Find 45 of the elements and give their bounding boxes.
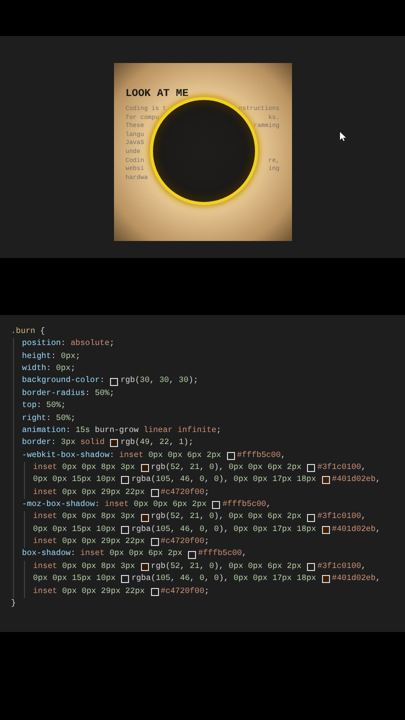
- code-text: inset 0px 0px 29px 22px: [33, 586, 146, 598]
- code-text: rgba(105, 46, 0, 0), 0px 0px 17px 18px: [131, 573, 318, 586]
- code-text: rgb(52, 21, 0), 0px 0px 6px 2px: [150, 560, 302, 573]
- code-text: inset 0px 0px 29px 22px: [33, 486, 146, 499]
- code-text: border: 3px solid: [22, 437, 106, 450]
- code-text: background-color:: [22, 375, 106, 388]
- code-text: #c4720f00;: [160, 536, 210, 548]
- code-text: rgb(30, 30, 30);: [120, 375, 198, 388]
- code-text: #3f1c0100,: [317, 462, 366, 474]
- code-text: width: 0px;: [22, 363, 76, 376]
- code-text: #3f1c0100,: [317, 511, 366, 524]
- code-text: inset 0px 0px 8px 3px: [33, 511, 136, 524]
- code-text: #fffb5c00,: [222, 499, 272, 512]
- code-text: -moz-box-shadow: inset 0px 0px 6px 2px: [22, 499, 208, 512]
- code-text: -webkit-box-shadow: inset 0px 0px 6px 2px: [22, 450, 222, 462]
- code-text: inset 0px 0px 8px 3px: [33, 462, 136, 474]
- code-text: #3f1c0100,: [317, 560, 366, 573]
- card-heading: LOOK AT ME: [126, 87, 189, 101]
- code-text: top: 50%;: [22, 400, 66, 412]
- code-text: inset 0px 0px 8px 3px: [33, 560, 136, 573]
- code-text: 0px 0px 15px 10px: [33, 524, 117, 536]
- code-text: border-radius: 50%;: [22, 388, 114, 400]
- code-text: #fffb5c00,: [237, 450, 286, 462]
- code-text: #c4720f00;: [160, 486, 210, 499]
- code-text: }: [11, 598, 16, 610]
- code-text: #c4720f00;: [160, 586, 210, 598]
- code-text: #401d02eb,: [332, 573, 380, 586]
- code-text: #401d02eb,: [332, 524, 380, 536]
- code-text: right: 50%;: [22, 412, 76, 425]
- code-text: rgba(105, 46, 0, 0), 0px 0px 17px 18px: [131, 524, 318, 536]
- code-text: inset 0px 0px 29px 22px: [33, 536, 146, 548]
- code-text: rgb(49, 22, 1);: [120, 437, 194, 450]
- code-text: #fffb5c00,: [198, 548, 247, 560]
- code-text: 0px 0px 15px 10px: [33, 474, 117, 486]
- code-text: box-shadow: inset 0px 0px 6px 2px: [22, 548, 184, 560]
- code-text: height: 0px;: [22, 350, 80, 363]
- code-text: #401d02eb,: [332, 474, 380, 486]
- code-text: .burn {: [11, 326, 46, 338]
- code-text: rgba(105, 46, 0, 0), 0px 0px 17px 18px: [131, 474, 318, 486]
- code-text: 0px 0px 15px 10px: [33, 573, 117, 586]
- code-text: rgb(52, 21, 0), 0px 0px 6px 2px: [150, 511, 302, 524]
- code-text: animation: 15s burn-grow linear infinite;: [22, 424, 222, 437]
- cursor-icon: [340, 132, 346, 141]
- code-text: position: absolute;: [22, 338, 114, 350]
- code-text: rgb(52, 21, 0), 0px 0px 6px 2px: [150, 462, 302, 474]
